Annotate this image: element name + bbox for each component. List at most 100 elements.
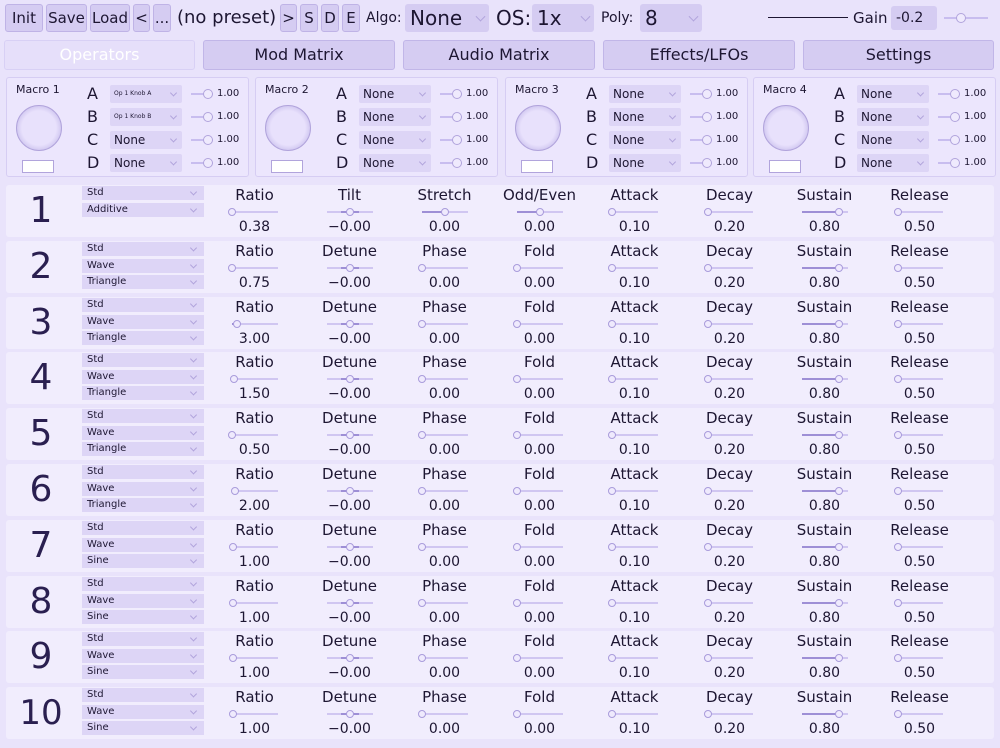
algo-select[interactable]: None	[405, 4, 489, 32]
operator-mode-select[interactable]: Std	[82, 241, 204, 256]
param-slider[interactable]	[703, 487, 753, 495]
macro-target-select[interactable]: Op 1 Knob B	[110, 108, 182, 126]
slider-thumb[interactable]	[230, 487, 239, 495]
param-slider[interactable]	[608, 208, 658, 216]
slider-thumb[interactable]	[203, 89, 213, 99]
slider-thumb[interactable]	[893, 542, 902, 551]
slider-thumb[interactable]	[893, 710, 902, 719]
slider-thumb[interactable]	[536, 208, 544, 216]
param-slider[interactable]	[327, 654, 373, 663]
load-button[interactable]: Load	[90, 4, 130, 32]
slider-thumb[interactable]	[834, 654, 843, 663]
operator-type-select[interactable]: Wave	[82, 482, 204, 496]
slider-thumb[interactable]	[228, 263, 236, 272]
param-slider[interactable]	[893, 542, 943, 551]
slider-thumb[interactable]	[418, 598, 426, 607]
operator-mode-select[interactable]: Std	[82, 576, 204, 591]
param-slider[interactable]	[893, 263, 943, 272]
param-slider[interactable]	[893, 431, 943, 440]
operator-mode-select[interactable]: Std	[82, 353, 204, 368]
slider-thumb[interactable]	[834, 208, 843, 216]
slider-thumb[interactable]	[513, 263, 521, 272]
macro-amount-slider[interactable]	[440, 158, 462, 168]
slider-thumb[interactable]	[703, 431, 712, 440]
macro-amount-slider[interactable]	[191, 112, 213, 122]
operator-waveform-select[interactable]: Sine	[82, 609, 204, 624]
macro-target-select[interactable]: None	[609, 131, 681, 149]
slider-thumb[interactable]	[346, 319, 354, 328]
macro-amount-slider[interactable]	[440, 89, 462, 99]
param-slider[interactable]	[703, 598, 753, 607]
macro-target-select[interactable]: None	[857, 108, 929, 126]
param-slider[interactable]	[517, 208, 563, 216]
param-slider[interactable]	[893, 375, 943, 384]
macro-target-select[interactable]: None	[609, 154, 681, 172]
macro-target-select[interactable]: None	[857, 131, 929, 149]
slider-thumb[interactable]	[834, 319, 843, 328]
slider-thumb[interactable]	[346, 431, 354, 440]
param-slider[interactable]	[802, 598, 848, 607]
operator-type-select[interactable]: Wave	[82, 593, 204, 608]
param-slider[interactable]	[703, 431, 753, 440]
slider-thumb[interactable]	[893, 431, 902, 440]
prev-preset-button[interactable]: <	[133, 4, 150, 32]
slider-thumb[interactable]	[346, 542, 354, 551]
macro-target-select[interactable]: None	[609, 108, 681, 126]
slider-thumb[interactable]	[893, 319, 902, 328]
slider-thumb[interactable]	[418, 710, 426, 719]
os-select[interactable]: 1x	[532, 4, 594, 32]
param-slider[interactable]	[513, 710, 563, 719]
param-slider[interactable]	[418, 487, 468, 495]
slider-thumb[interactable]	[513, 375, 521, 384]
slider-thumb[interactable]	[346, 487, 354, 495]
macro-target-select[interactable]: None	[110, 131, 182, 149]
slider-thumb[interactable]	[703, 263, 712, 272]
operator-mode-select[interactable]: Std	[82, 632, 204, 647]
param-slider[interactable]	[893, 208, 943, 216]
slider-thumb[interactable]	[608, 319, 616, 328]
slider-thumb[interactable]	[608, 487, 616, 495]
macro-target-select[interactable]: None	[359, 108, 431, 126]
param-slider[interactable]	[513, 263, 563, 272]
slider-thumb[interactable]	[703, 487, 712, 495]
slider-thumb[interactable]	[834, 542, 843, 551]
slider-thumb[interactable]	[834, 431, 843, 440]
operator-waveform-select[interactable]: Triangle	[82, 330, 204, 345]
param-slider[interactable]	[422, 208, 468, 216]
macro-amount-slider[interactable]	[938, 89, 960, 99]
macro-amount-slider[interactable]	[690, 112, 712, 122]
param-slider[interactable]	[513, 431, 563, 440]
param-slider[interactable]	[228, 208, 278, 216]
param-slider[interactable]	[893, 319, 943, 328]
slider-thumb[interactable]	[452, 89, 462, 99]
slider-thumb[interactable]	[702, 135, 712, 145]
slider-thumb[interactable]	[232, 319, 241, 328]
param-slider[interactable]	[228, 598, 278, 607]
macro-knob[interactable]	[16, 105, 62, 151]
operator-waveform-select[interactable]: Sine	[82, 553, 204, 568]
slider-thumb[interactable]	[513, 431, 521, 440]
slider-thumb[interactable]	[703, 598, 712, 607]
macro-target-select[interactable]: None	[110, 154, 182, 172]
operator-waveform-select[interactable]: Triangle	[82, 498, 204, 512]
slider-thumb[interactable]	[702, 112, 712, 122]
slider-thumb[interactable]	[203, 112, 213, 122]
param-slider[interactable]	[802, 375, 848, 384]
slider-thumb[interactable]	[346, 598, 354, 607]
slider-thumb[interactable]	[441, 208, 449, 216]
tab-mod-matrix[interactable]: Mod Matrix	[203, 40, 395, 70]
param-slider[interactable]	[513, 542, 563, 551]
browse-presets-button[interactable]: ...	[153, 4, 171, 32]
slider-thumb[interactable]	[893, 375, 902, 384]
operator-waveform-select[interactable]: Triangle	[82, 386, 204, 401]
param-slider[interactable]	[327, 375, 373, 384]
macro-learn-box[interactable]	[271, 160, 303, 173]
operator-type-select[interactable]: Wave	[82, 258, 204, 273]
param-slider[interactable]	[802, 431, 848, 440]
param-slider[interactable]	[230, 487, 278, 495]
operator-mode-select[interactable]: Std	[82, 465, 204, 479]
gain-slider[interactable]	[944, 13, 988, 23]
gain-value-field[interactable]: -0.2	[891, 6, 937, 30]
slider-thumb[interactable]	[703, 654, 712, 663]
param-slider[interactable]	[327, 487, 373, 495]
